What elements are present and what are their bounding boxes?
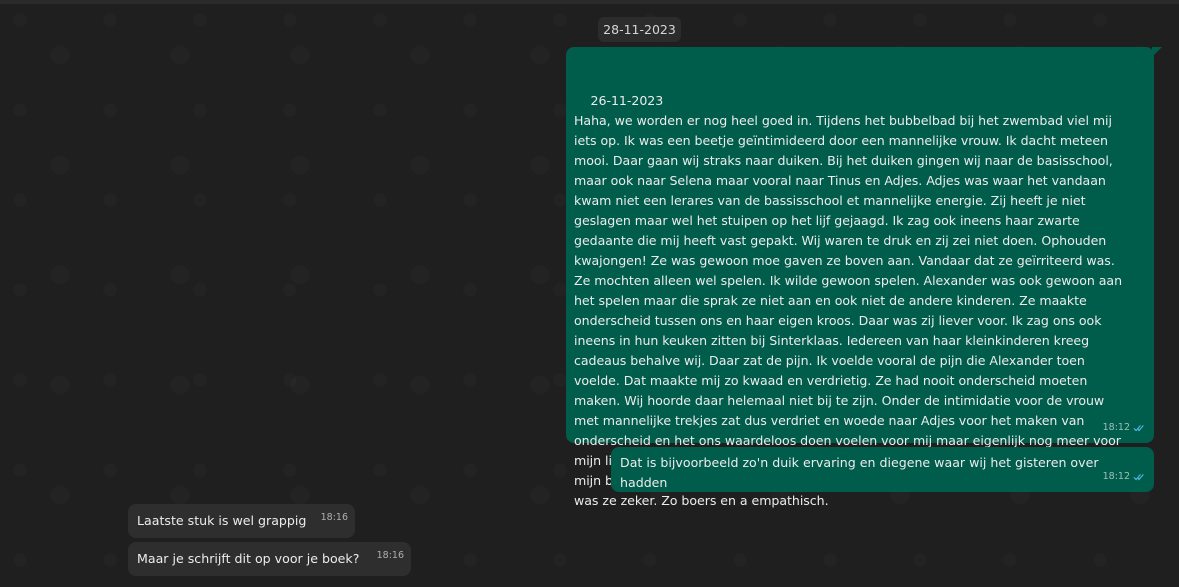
double-check-icon	[1133, 473, 1144, 480]
header-divider	[0, 0, 1179, 4]
message-meta: 18:16	[321, 501, 348, 534]
message-meta: 18:12	[1103, 418, 1145, 437]
message-text: 26-11-2023 Haha, we worden er nog heel g…	[574, 93, 1123, 508]
message-time: 18:12	[1102, 422, 1130, 433]
message-text: Dat is bijvoorbeeld zo'n duik ervaring e…	[620, 455, 1099, 490]
chat-area: 28-11-2023 26-11-2023 Haha, we worden er…	[0, 0, 1179, 587]
double-check-icon	[1133, 424, 1144, 431]
message-time: 18:12	[1102, 471, 1130, 482]
message-time: 18:16	[376, 550, 404, 561]
outgoing-message-short[interactable]: Dat is bijvoorbeeld zo'n duik ervaring e…	[611, 447, 1154, 492]
outgoing-message-long[interactable]: 26-11-2023 Haha, we worden er nog heel g…	[566, 47, 1162, 508]
incoming-message[interactable]: Maar je schrijft dit op voor je boek? 18…	[128, 542, 411, 576]
message-time: 18:16	[320, 512, 348, 523]
incoming-message[interactable]: Laatste stuk is wel grappig 18:16	[128, 504, 355, 538]
date-separator: 28-11-2023	[598, 17, 681, 42]
bubble-tail	[1152, 47, 1162, 57]
message-meta: 18:16	[377, 539, 404, 572]
message-text: Maar je schrijft dit op voor je boek?	[137, 551, 360, 566]
message-meta: 18:12	[1103, 467, 1145, 486]
message-text: Laatste stuk is wel grappig	[137, 513, 307, 528]
